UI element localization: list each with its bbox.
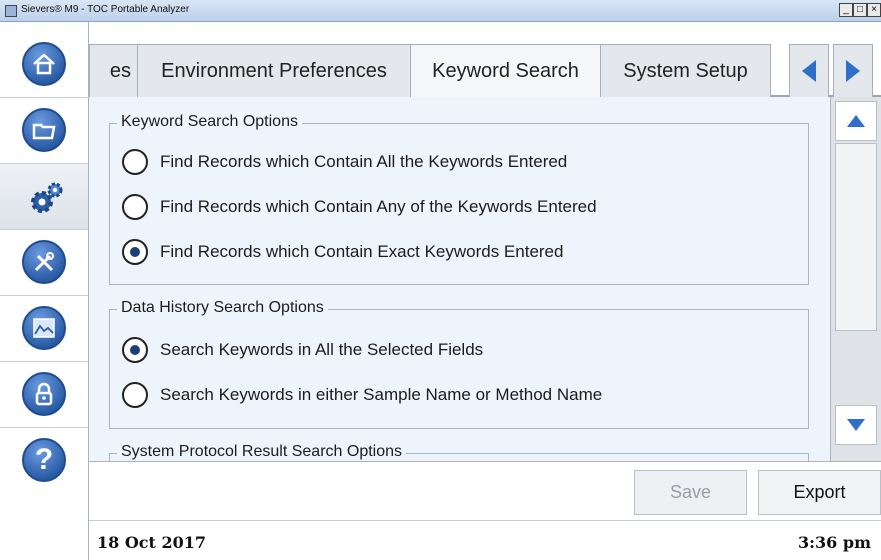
- minimize-button[interactable]: _: [839, 3, 853, 17]
- tab-scroll-left-button[interactable]: [789, 44, 829, 97]
- folder-icon: [22, 108, 66, 152]
- sidebar-item-help[interactable]: ?: [0, 428, 88, 494]
- arrow-up-icon: [847, 115, 865, 127]
- tab-keyword-search[interactable]: Keyword Search: [410, 44, 601, 97]
- close-button[interactable]: ×: [867, 3, 881, 17]
- data-history-search-options-group: Data History Search Options Search Keywo…: [109, 299, 809, 429]
- keyword-search-options-title: Keyword Search Options: [117, 113, 302, 131]
- home-icon: [22, 42, 66, 86]
- lock-icon: [22, 372, 66, 416]
- status-time: 3:36 pm: [798, 533, 871, 552]
- sidebar-item-tools[interactable]: [0, 230, 88, 296]
- settings-content: Keyword Search Options Find Records whic…: [89, 97, 830, 461]
- option-label: Search Keywords in All the Selected Fiel…: [160, 340, 484, 359]
- radio-button[interactable]: [122, 382, 148, 408]
- sidebar-item-home[interactable]: [0, 32, 88, 98]
- status-date: 18 Oct 2017: [97, 533, 207, 552]
- option-sample-or-method-name[interactable]: Search Keywords in either Sample Name or…: [122, 380, 602, 410]
- tab-scroll-right-button[interactable]: [833, 44, 873, 97]
- gear-icon: [31, 182, 63, 213]
- tab-strip: es Environment Preferences Keyword Searc…: [89, 22, 881, 97]
- help-icon: ?: [22, 438, 66, 482]
- system-protocol-result-search-options-title: System Protocol Result Search Options: [117, 443, 407, 461]
- chart-icon: [22, 306, 66, 350]
- radio-button-selected[interactable]: [122, 337, 148, 363]
- radio-button[interactable]: [122, 194, 148, 220]
- option-label: Find Records which Contain Any of the Ke…: [160, 197, 597, 216]
- vertical-scrollbar[interactable]: [830, 97, 881, 461]
- data-history-search-options-title: Data History Search Options: [117, 299, 328, 317]
- help-glyph: ?: [34, 443, 54, 476]
- tools-icon: [22, 240, 66, 284]
- scroll-thumb[interactable]: [835, 143, 877, 331]
- window-controls: _ □ ×: [839, 3, 881, 17]
- keyword-search-options-group: Keyword Search Options Find Records whic…: [109, 113, 809, 285]
- arrow-left-icon: [802, 60, 816, 82]
- option-all-selected-fields[interactable]: Search Keywords in All the Selected Fiel…: [122, 335, 483, 365]
- maximize-button[interactable]: □: [853, 3, 867, 17]
- radio-button[interactable]: [122, 149, 148, 175]
- sidebar-item-data[interactable]: [0, 296, 88, 362]
- save-button[interactable]: Save: [634, 470, 747, 515]
- option-label: Find Records which Contain All the Keywo…: [160, 152, 568, 171]
- arrow-down-icon: [847, 419, 865, 431]
- sidebar-item-files[interactable]: [0, 98, 88, 164]
- status-bar: 18 Oct 2017 3:36 pm: [89, 520, 881, 560]
- export-button[interactable]: Export: [758, 470, 881, 515]
- sidebar: ?: [0, 22, 89, 560]
- tab-system-setup[interactable]: System Setup: [600, 44, 771, 97]
- option-all-keywords[interactable]: Find Records which Contain All the Keywo…: [122, 147, 567, 177]
- radio-button-selected[interactable]: [122, 239, 148, 265]
- scroll-up-button[interactable]: [835, 101, 877, 141]
- sidebar-item-settings[interactable]: [0, 164, 88, 230]
- option-label: Find Records which Contain Exact Keyword…: [160, 242, 564, 261]
- window-title: Sievers® M9 - TOC Portable Analyzer: [21, 4, 190, 15]
- action-bar: Save Export: [89, 461, 881, 520]
- sidebar-item-security[interactable]: [0, 362, 88, 428]
- system-protocol-result-search-options-group: System Protocol Result Search Options: [109, 443, 809, 461]
- scroll-down-button[interactable]: [835, 405, 877, 445]
- option-exact-keywords[interactable]: Find Records which Contain Exact Keyword…: [122, 237, 563, 267]
- app-icon: [5, 5, 17, 17]
- option-label: Search Keywords in either Sample Name or…: [160, 385, 603, 404]
- tab-environment-preferences[interactable]: Environment Preferences: [137, 44, 411, 97]
- title-bar: Sievers® M9 - TOC Portable Analyzer _ □ …: [0, 0, 881, 22]
- arrow-right-icon: [846, 60, 860, 82]
- option-any-keywords[interactable]: Find Records which Contain Any of the Ke…: [122, 192, 597, 222]
- tab-partial[interactable]: es: [89, 44, 138, 97]
